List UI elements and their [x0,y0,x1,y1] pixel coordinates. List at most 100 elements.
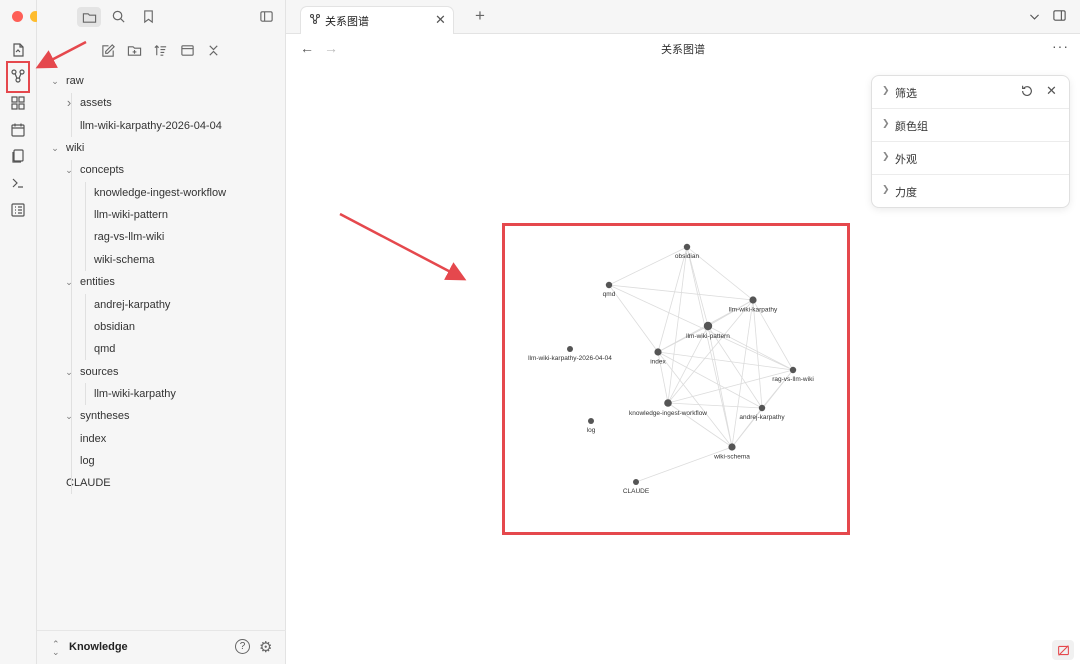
chevron-down-icon[interactable]: ⌄ [50,71,60,91]
chevron-right-icon: ❯ [882,118,890,128]
graph-node-label: obsidian [675,253,700,260]
chevron-down-icon[interactable]: ⌄ [50,138,60,158]
section-label: 外观 [895,154,917,166]
tab-list-chevron-icon[interactable] [1028,10,1041,26]
graph-view-icon [309,13,321,25]
settings-gear-icon[interactable]: ⚙ [259,638,272,656]
more-options-icon[interactable]: ··· [1052,38,1069,54]
color-groups-section[interactable]: ❯ 颜色组 [872,109,1069,142]
graph-node[interactable] [633,479,639,485]
indent-guide [71,93,72,137]
close-tab-icon[interactable]: ✕ [435,12,446,28]
tab-graph-view[interactable]: 关系图谱 ✕ [300,6,454,34]
sidebar-toggle-icon[interactable] [257,7,275,25]
tree-item-label: obsidian [94,320,135,333]
templates-icon[interactable] [9,147,27,165]
tree-item-label: log [80,454,95,467]
help-icon[interactable]: ? [235,639,250,654]
tree-item-label: llm-wiki-karpathy-2026-04-04 [80,119,222,132]
close-icon[interactable]: ✕ [1046,83,1057,99]
section-label: 力度 [895,187,917,199]
close-window-button[interactable] [12,11,23,22]
graph-node[interactable] [789,366,797,374]
graph-view-highlight-box [6,61,30,93]
vault-switcher[interactable]: ⌃ ⌄ Knowledge ? ⚙ [37,630,286,664]
graph-node-label: rag-vs-llm-wiki [772,376,814,383]
graph-node-label: log [587,427,596,434]
annotation-arrow-to-graph [339,212,467,281]
graph-edge [667,369,794,404]
graph-node[interactable] [605,281,613,289]
vault-name: Knowledge [69,641,128,653]
chevron-down-icon[interactable]: ⌄ [64,406,74,426]
search-icon[interactable] [109,7,127,25]
new-note-icon[interactable] [99,41,117,59]
graph-canvas[interactable]: obsidian qmd llm-wiki-karpathy llm-wiki-pat… [505,226,847,532]
graph-edge [608,284,794,371]
filters-section[interactable]: ❯ 筛选 ✕ [872,76,1069,109]
command-palette-icon[interactable] [9,174,27,192]
tree-item-label: entities [80,276,115,289]
graph-node[interactable] [728,443,736,451]
chevron-updown-icon: ⌃ ⌄ [52,639,60,657]
graph-node-label: wiki-schema [713,454,750,461]
chevron-right-icon: ❯ [882,184,890,194]
tree-item-label: raw [66,75,84,87]
graph-edge [635,446,733,483]
graph-node-label: knowledge-ingest-workflow [629,410,707,417]
graph-node-label: index [650,359,666,366]
tree-item-label: wiki-schema [94,253,155,266]
bookmark-icon[interactable] [139,7,157,25]
indent-guide [71,160,72,494]
daily-note-icon[interactable] [9,121,27,139]
view-title: 关系图谱 [661,44,705,56]
graph-node[interactable] [749,296,757,304]
chevron-down-icon[interactable]: ⌄ [64,362,74,382]
chevron-right-icon[interactable]: › [64,93,74,113]
folder-icon[interactable] [77,7,101,27]
sort-icon[interactable] [151,41,169,59]
graph-node[interactable] [683,243,691,251]
collapse-all-icon[interactable] [204,41,222,59]
view-header: ← → 关系图谱 ··· [286,34,1080,64]
new-folder-icon[interactable] [125,41,143,59]
display-section[interactable]: ❯ 外观 [872,142,1069,175]
graph-node[interactable] [758,404,766,412]
graph-node[interactable] [703,321,713,331]
graph-node-label: CLAUDE [623,488,650,495]
forces-section[interactable]: ❯ 力度 [872,175,1069,208]
section-label: 筛选 [895,88,917,100]
graph-edge [608,284,659,353]
tree-item-label: rag-vs-llm-wiki [94,231,165,244]
graph-node-label: qmd [603,291,616,298]
graph-node[interactable] [567,346,573,352]
chevron-down-icon[interactable]: ⌄ [64,160,74,180]
auto-reveal-icon[interactable] [178,41,196,59]
chevron-right-icon: ❯ [882,85,890,95]
tab-title: 关系图谱 [325,16,369,28]
graph-node[interactable] [664,399,672,407]
graph-node[interactable] [654,348,662,356]
tree-item-label: qmd [94,343,116,356]
tree-item-label: assets [80,97,112,110]
tree-item-label: wiki [66,142,85,155]
graph-node-label: llm-wiki-karpathy-2026-04-04 [528,355,612,362]
indent-guide [85,294,86,360]
tree-item-label: sources [80,365,119,378]
canvas-icon[interactable] [9,94,27,112]
graph-node-label: llm-wiki-karpathy [729,307,778,314]
sync-status-icon[interactable] [1052,640,1074,660]
new-tab-icon[interactable]: + [475,7,485,25]
graph-edge [657,246,688,353]
right-sidebar-toggle-icon[interactable] [1052,8,1067,26]
graph-edge [667,246,688,404]
properties-icon[interactable] [9,201,27,219]
indent-guide [85,383,86,405]
tree-item-label: index [80,432,107,445]
graph-node[interactable] [588,418,594,424]
chevron-down-icon[interactable]: ⌄ [64,272,74,292]
reset-icon[interactable] [1020,84,1034,101]
graph-node-label: andrej-karpathy [739,414,785,421]
graph-node-label: llm-wiki-pattern [686,333,730,340]
new-note-icon[interactable] [9,41,27,59]
